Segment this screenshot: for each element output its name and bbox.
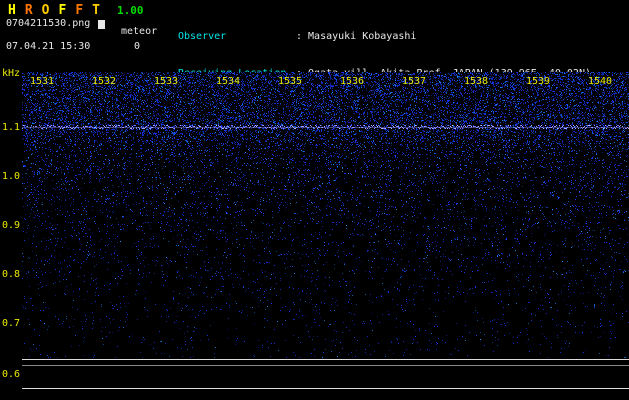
x-tick-1532: 1532	[91, 76, 117, 87]
y-tick-0-8: 0.8	[2, 269, 21, 280]
y-tick-0-7: 0.7	[2, 318, 21, 329]
mode-label: meteor	[121, 26, 158, 37]
logo-letter-r: R	[24, 3, 33, 18]
logo-letter-f1: F	[58, 3, 67, 18]
timestamp: 07.04.21 15:30	[6, 41, 91, 52]
x-tick-1540: 1540	[587, 76, 613, 87]
spectrogram-canvas	[22, 72, 629, 358]
app-logo: H R O F F T 1.00	[8, 3, 143, 18]
x-tick-1536: 1536	[339, 76, 365, 87]
x-tick-1534: 1534	[215, 76, 241, 87]
app-version: 1.00	[116, 4, 144, 17]
x-tick-1538: 1538	[463, 76, 489, 87]
level-line-mid	[22, 365, 629, 366]
logo-letter-o: O	[41, 3, 50, 18]
output-filename: 0704211530.png	[6, 18, 91, 29]
y-tick-0-6: 0.6	[2, 369, 21, 380]
echo-count: 0	[134, 41, 141, 52]
y-tick-1-0: 1.0	[2, 171, 21, 182]
cursor-block	[98, 20, 105, 29]
level-line-lower	[22, 388, 629, 389]
logo-letter-h: H	[8, 3, 16, 18]
logo-letter-f2: F	[75, 3, 84, 18]
x-tick-1533: 1533	[153, 76, 179, 87]
y-axis-unit-label: kHz	[2, 68, 21, 79]
info-row-observer: Observer: Masayuki Kobayashi	[178, 31, 591, 43]
logo-letter-t: T	[92, 3, 100, 18]
y-tick-1-1: 1.1	[2, 122, 21, 133]
x-tick-1535: 1535	[277, 76, 303, 87]
x-tick-1531: 1531	[29, 76, 55, 87]
y-tick-0-9: 0.9	[2, 220, 21, 231]
info-value-observer: Masayuki Kobayashi	[308, 30, 417, 42]
info-label-observer: Observer	[178, 30, 227, 42]
x-tick-1537: 1537	[401, 76, 427, 87]
level-line-upper	[22, 359, 629, 360]
x-tick-1539: 1539	[525, 76, 551, 87]
